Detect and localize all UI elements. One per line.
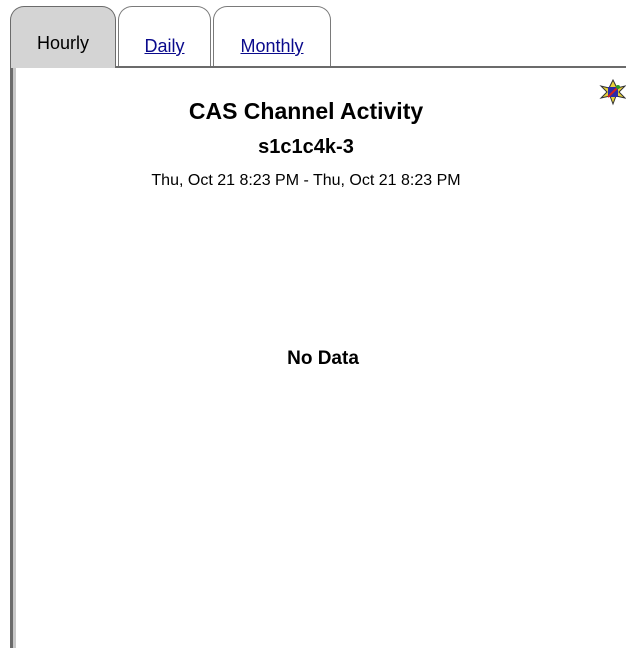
no-data-message: No Data — [287, 348, 359, 369]
chart-panel: CAS Channel Activity s1c1c4k-3 Thu, Oct … — [10, 66, 626, 648]
tab-monthly-label[interactable]: Monthly — [214, 7, 330, 57]
chart-subtitle: s1c1c4k-3 — [258, 136, 354, 158]
tab-daily-label[interactable]: Daily — [119, 7, 210, 57]
tab-monthly[interactable]: Monthly — [213, 6, 331, 66]
tab-hourly[interactable]: Hourly — [10, 6, 116, 68]
tab-daily[interactable]: Daily — [118, 6, 211, 66]
tab-hourly-label: Hourly — [36, 33, 89, 53]
time-range: Thu, Oct 21 8:23 PM - Thu, Oct 21 8:23 P… — [151, 172, 461, 189]
chart-title: CAS Channel Activity — [188, 98, 424, 124]
report-view: Hourly Daily Monthly CAS Channel Activit… — [0, 0, 626, 648]
chart-options-icon[interactable] — [599, 78, 626, 106]
